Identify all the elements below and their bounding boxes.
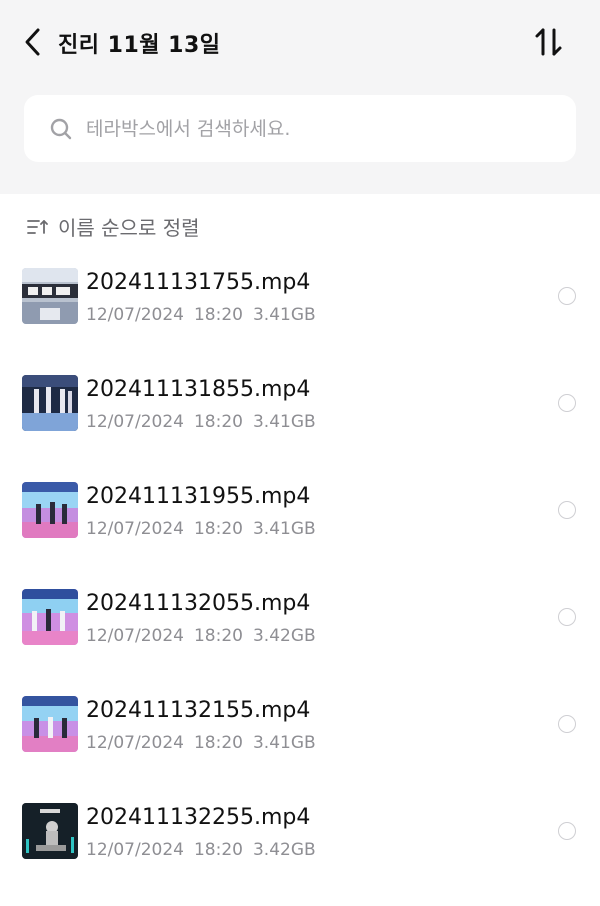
sort-list-icon	[26, 216, 48, 238]
select-radio[interactable]	[558, 822, 576, 840]
file-date: 12/07/2024	[86, 305, 184, 325]
video-thumbnail	[22, 268, 78, 324]
file-name: 202411131755.mp4	[86, 270, 311, 295]
file-time: 18:20	[193, 733, 243, 753]
file-time: 18:20	[193, 626, 243, 646]
select-radio[interactable]	[558, 501, 576, 519]
file-date: 12/07/2024	[86, 519, 184, 539]
file-list: 202411131755.mp4 12/07/2024 18:20 3.41GB 2…	[0, 264, 600, 906]
file-date: 12/07/2024	[86, 840, 184, 860]
file-meta: 12/07/2024 18:20 3.42GB	[86, 840, 316, 860]
select-radio[interactable]	[558, 394, 576, 412]
file-meta: 12/07/2024 18:20 3.41GB	[86, 305, 316, 325]
select-radio[interactable]	[558, 608, 576, 626]
file-name: 202411131955.mp4	[86, 484, 311, 509]
file-size: 3.42GB	[252, 840, 316, 860]
file-size: 3.41GB	[252, 519, 316, 539]
select-radio[interactable]	[558, 715, 576, 733]
file-time: 18:20	[193, 412, 243, 432]
sort-arrows-icon	[535, 28, 562, 56]
sort-order-button[interactable]	[532, 24, 566, 60]
file-size: 3.41GB	[252, 733, 316, 753]
file-time: 18:20	[193, 305, 243, 325]
file-name: 202411132255.mp4	[86, 805, 311, 830]
file-date: 12/07/2024	[86, 626, 184, 646]
file-size: 3.41GB	[252, 305, 316, 325]
file-size: 3.41GB	[252, 412, 316, 432]
video-thumbnail	[22, 696, 78, 752]
select-radio[interactable]	[558, 287, 576, 305]
video-thumbnail	[22, 375, 78, 431]
file-meta: 12/07/2024 18:20 3.41GB	[86, 519, 316, 539]
page-title: 진리 11월 13일	[58, 33, 221, 58]
sort-option[interactable]: 이름 순으로 정렬	[26, 212, 200, 241]
file-time: 18:20	[193, 519, 243, 539]
search-bar[interactable]	[24, 95, 576, 162]
file-row[interactable]: 202411132055.mp4 12/07/2024 18:20 3.42GB	[0, 585, 600, 692]
file-row[interactable]: 202411131855.mp4 12/07/2024 18:20 3.41GB	[0, 371, 600, 478]
video-thumbnail	[22, 482, 78, 538]
file-meta: 12/07/2024 18:20 3.42GB	[86, 626, 316, 646]
file-name: 202411131855.mp4	[86, 377, 311, 402]
file-time: 18:20	[193, 840, 243, 860]
file-row[interactable]: 202411131955.mp4 12/07/2024 18:20 3.41GB	[0, 478, 600, 585]
file-meta: 12/07/2024 18:20 3.41GB	[86, 733, 316, 753]
search-icon	[50, 118, 72, 140]
video-thumbnail	[22, 803, 78, 859]
file-date: 12/07/2024	[86, 733, 184, 753]
file-date: 12/07/2024	[86, 412, 184, 432]
file-name: 202411132155.mp4	[86, 698, 311, 723]
top-bar: 진리 11월 13일	[0, 0, 600, 194]
back-button[interactable]	[18, 26, 46, 58]
file-row[interactable]: 202411132255.mp4 12/07/2024 18:20 3.42GB	[0, 799, 600, 906]
search-input[interactable]	[84, 116, 548, 141]
file-size: 3.42GB	[252, 626, 316, 646]
file-name: 202411132055.mp4	[86, 591, 311, 616]
file-row[interactable]: 202411131755.mp4 12/07/2024 18:20 3.41GB	[0, 264, 600, 371]
sort-label: 이름 순으로 정렬	[58, 216, 200, 240]
file-row[interactable]: 202411132155.mp4 12/07/2024 18:20 3.41GB	[0, 692, 600, 799]
chevron-left-icon	[25, 28, 40, 56]
video-thumbnail	[22, 589, 78, 645]
file-meta: 12/07/2024 18:20 3.41GB	[86, 412, 316, 432]
